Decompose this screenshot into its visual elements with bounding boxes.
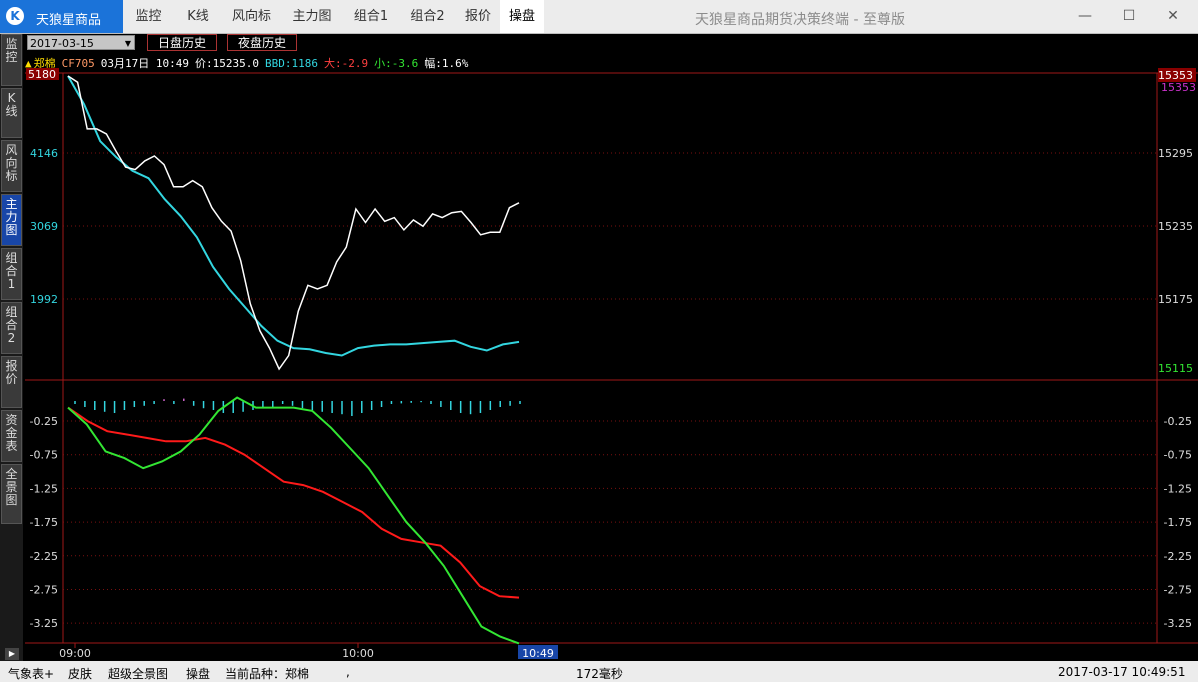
x-tick-label: 10:00: [342, 647, 374, 660]
price-left-label: 1992: [30, 293, 58, 306]
flow-right-label: -1.75: [1164, 516, 1192, 529]
flow-left-label: -1.25: [30, 482, 58, 495]
price-line: [67, 75, 520, 371]
x-tick-label: 09:00: [59, 647, 91, 660]
flow-left-label: -0.25: [30, 415, 58, 428]
price-left-label: 4146: [30, 147, 58, 160]
clock: 2017-03-17 10:49:51: [1058, 665, 1186, 679]
price-right-label: 15235: [1158, 220, 1193, 233]
price-right-label: 15115: [1158, 362, 1193, 375]
price-left-label: 5180: [28, 68, 56, 81]
flow-left-label: -3.25: [30, 617, 58, 630]
avg-price-line: [67, 75, 520, 357]
trade-button[interactable]: 操盘: [186, 665, 210, 682]
chart-area[interactable]: 5180414630691992153531535315295152351517…: [0, 0, 1198, 661]
flow-left-label: -1.75: [30, 516, 58, 529]
panorama-button[interactable]: 超级全景图: [108, 665, 168, 682]
flow-right-label: -0.75: [1164, 449, 1192, 462]
price-left-label: 3069: [30, 220, 58, 233]
skin-button[interactable]: 皮肤: [68, 665, 92, 682]
flow-right-label: -2.75: [1164, 583, 1192, 596]
latency: 172毫秒: [576, 667, 623, 681]
big-flow-line: [67, 406, 520, 599]
status-separator: ,: [346, 665, 350, 679]
price-right-label: 15295: [1158, 147, 1193, 160]
flow-left-label: -2.25: [30, 550, 58, 563]
flow-right-label: -2.25: [1164, 550, 1192, 563]
current-time-label: 10:49: [522, 647, 554, 660]
weather-button[interactable]: 气象表+: [8, 665, 54, 682]
status-bar: 气象表+ 皮肤 超级全景图 操盘 当前品种：郑棉 , 172毫秒 2017-03…: [0, 661, 1198, 682]
flow-right-label: -1.25: [1164, 482, 1192, 495]
flow-left-label: -2.75: [30, 583, 58, 596]
small-flow-line: [67, 396, 520, 645]
flow-right-label: -3.25: [1164, 617, 1192, 630]
flow-right-label: -0.25: [1164, 415, 1192, 428]
price-right-label-ghost: 15353: [1161, 81, 1196, 94]
current-product: 当前品种：郑棉: [225, 667, 310, 681]
price-right-label: 15175: [1158, 293, 1193, 306]
flow-left-label: -0.75: [30, 449, 58, 462]
